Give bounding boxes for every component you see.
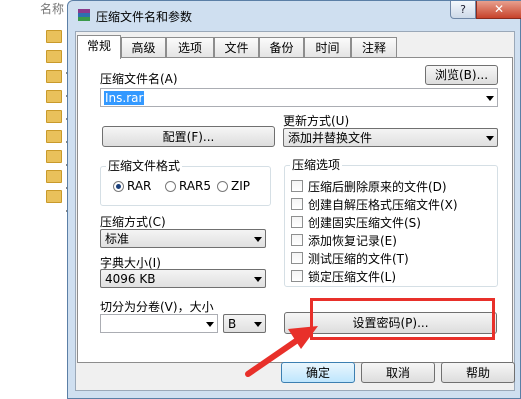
option-label: 锁定压缩文件(L) — [308, 270, 397, 284]
winrar-icon — [78, 9, 90, 21]
title-bar[interactable]: 压缩文件名和参数 ? ✕ — [68, 1, 521, 31]
radio-rar5[interactable] — [165, 181, 176, 192]
ok-button[interactable]: 确定 — [281, 362, 355, 383]
format-group-title: 压缩文件格式 — [106, 157, 183, 174]
option-label: 创建固实压缩文件(S) — [308, 216, 421, 230]
tab-options[interactable]: 选项 — [166, 37, 214, 58]
tab-time[interactable]: 时间 — [304, 37, 351, 58]
update-mode-select[interactable]: 添加并替换文件 — [283, 128, 498, 147]
chevron-down-icon[interactable] — [486, 96, 494, 101]
dialog-title: 压缩文件名和参数 — [96, 10, 193, 24]
archive-name-value: Ins.rar — [104, 91, 145, 105]
option-lock-checkbox[interactable] — [291, 270, 303, 282]
folder-icon — [46, 190, 62, 203]
tab-comment[interactable]: 注释 — [351, 37, 397, 58]
radio-rar[interactable] — [113, 181, 124, 192]
radio-rar5-label: RAR5 — [179, 179, 212, 193]
folder-icon — [46, 70, 62, 83]
help-button[interactable]: 帮助 — [441, 362, 515, 383]
option-solid-checkbox[interactable] — [291, 216, 303, 228]
method-select[interactable]: 标准 — [100, 229, 266, 248]
close-button[interactable]: ✕ — [476, 1, 521, 19]
split-volumes-label: 切分为分卷(V)，大小 — [100, 300, 214, 314]
folder-icon — [46, 150, 62, 163]
help-title-button[interactable]: ? — [450, 1, 476, 19]
browse-button[interactable]: 浏览(B)... — [425, 65, 498, 85]
cancel-button[interactable]: 取消 — [361, 362, 435, 383]
folder-icon — [46, 90, 62, 103]
radio-rar-label: RAR — [127, 179, 152, 193]
update-mode-label: 更新方式(U) — [283, 114, 350, 128]
radio-zip-label: ZIP — [231, 179, 250, 193]
option-label: 添加恢复记录(E) — [308, 234, 397, 248]
options-group-title: 压缩选项 — [290, 156, 343, 173]
folder-icon — [46, 30, 62, 43]
option-delete-after-checkbox[interactable] — [291, 180, 303, 192]
profiles-button[interactable]: 配置(F)... — [102, 126, 275, 147]
split-unit-select[interactable]: B — [223, 314, 266, 333]
highlight-box — [310, 298, 495, 340]
folder-icon — [46, 170, 62, 183]
method-value: 标准 — [105, 232, 130, 246]
tab-files[interactable]: 文件 — [214, 37, 259, 58]
tab-general[interactable]: 常规 — [77, 35, 121, 59]
chevron-down-icon — [486, 136, 494, 141]
chevron-down-icon — [254, 237, 262, 242]
archive-name-field[interactable]: Ins.rar — [100, 88, 498, 107]
option-label: 压缩后删除原来的文件(D) — [308, 180, 447, 194]
folder-icon — [46, 50, 62, 63]
update-mode-value: 添加并替换文件 — [288, 131, 373, 145]
archive-name-label: 压缩文件名(A) — [100, 72, 178, 86]
chevron-down-icon — [254, 322, 262, 327]
folder-icon — [46, 130, 62, 143]
option-test-checkbox[interactable] — [291, 252, 303, 264]
option-recovery-checkbox[interactable] — [291, 234, 303, 246]
split-size-field[interactable] — [100, 314, 218, 333]
dictionary-select[interactable]: 4096 KB — [100, 269, 266, 288]
option-sfx-checkbox[interactable] — [291, 198, 303, 210]
dictionary-value: 4096 KB — [105, 272, 156, 286]
folder-icon — [46, 110, 62, 123]
radio-zip[interactable] — [217, 181, 228, 192]
background-name-column-header: 名称 — [40, 2, 65, 16]
tab-advanced[interactable]: 高级 — [121, 37, 166, 58]
split-unit-value: B — [228, 317, 237, 331]
method-label: 压缩方式(C) — [100, 215, 166, 229]
tab-backup[interactable]: 备份 — [259, 37, 304, 58]
chevron-down-icon[interactable] — [206, 322, 214, 327]
option-label: 创建自解压格式压缩文件(X) — [308, 198, 458, 212]
option-label: 测试压缩的文件(T) — [308, 252, 409, 266]
chevron-down-icon — [254, 277, 262, 282]
